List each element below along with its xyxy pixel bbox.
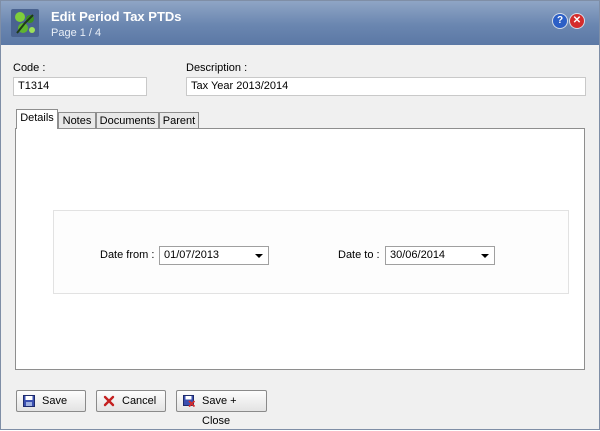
cancel-button[interactable]: Cancel — [96, 390, 166, 412]
chevron-down-icon[interactable] — [481, 254, 489, 258]
tab-notes[interactable]: Notes — [58, 112, 96, 129]
details-panel: Date from : 01/07/2013 Date to : 30/06/2… — [15, 128, 585, 370]
save-label: Save — [42, 395, 68, 407]
save-close-icon — [183, 395, 195, 407]
date-to-picker[interactable]: 30/06/2014 — [385, 246, 495, 265]
help-icon[interactable]: ? — [553, 14, 567, 28]
cancel-x-icon — [103, 395, 115, 407]
tab-details[interactable]: Details — [16, 109, 58, 129]
date-from-label: Date from : — [100, 249, 155, 261]
close-icon[interactable]: ✕ — [570, 14, 584, 28]
cancel-label: Cancel — [122, 395, 157, 407]
floppy-disk-icon — [23, 395, 35, 407]
tab-documents[interactable]: Documents — [96, 112, 159, 129]
description-field[interactable]: Tax Year 2013/2014 — [186, 77, 586, 96]
date-to-label: Date to : — [338, 249, 380, 261]
page-indicator: Page 1 / 4 — [51, 27, 102, 39]
app-logo-icon — [11, 9, 39, 37]
save-button[interactable]: Save — [16, 390, 86, 412]
date-range-group: Date from : 01/07/2013 Date to : 30/06/2… — [53, 210, 569, 294]
date-to-value: 30/06/2014 — [390, 249, 446, 261]
date-from-value: 01/07/2013 — [164, 249, 220, 261]
chevron-down-icon[interactable] — [255, 254, 263, 258]
save-close-label: Save + Close — [202, 395, 237, 427]
code-field[interactable]: T1314 — [13, 77, 147, 96]
code-label: Code : — [13, 62, 46, 74]
description-label: Description : — [186, 62, 248, 74]
save-close-button[interactable]: Save + Close — [176, 390, 267, 427]
title-bar: Edit Period Tax PTDs Page 1 / 4 ? ✕ — [1, 1, 599, 45]
tab-parent[interactable]: Parent — [159, 112, 199, 129]
window-title: Edit Period Tax PTDs — [51, 9, 182, 24]
date-from-picker[interactable]: 01/07/2013 — [159, 246, 269, 265]
edit-period-window: Edit Period Tax PTDs Page 1 / 4 ? ✕ Code… — [0, 0, 600, 430]
